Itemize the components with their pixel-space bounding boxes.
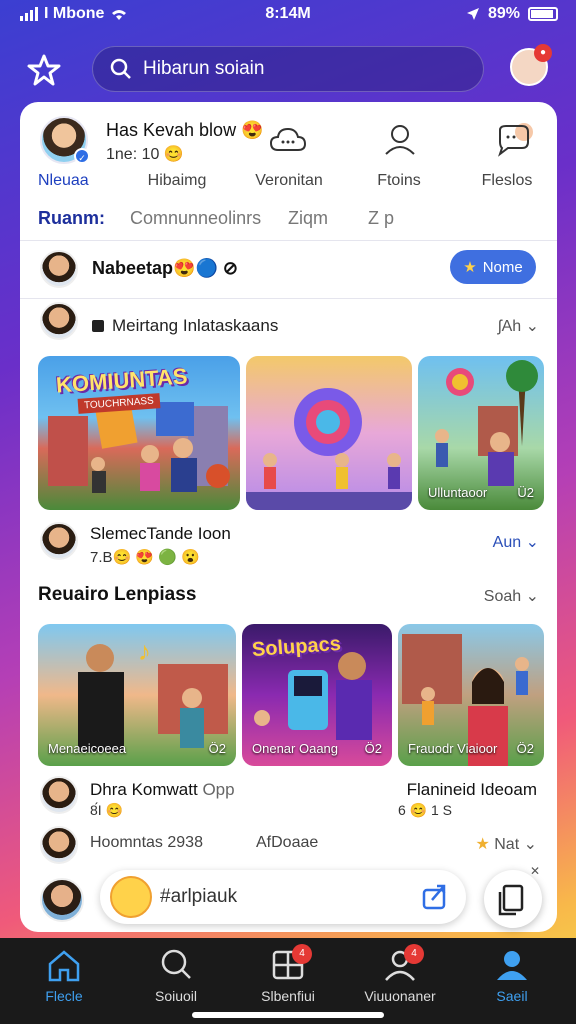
close-icon[interactable]: ✕ [530,864,540,878]
aun-dropdown[interactable]: Aun ⌄ [493,532,539,552]
status-bar: I Mbone 8:14M 89% [0,0,576,30]
thumb-caption: Ulluntaoor [428,485,488,500]
post-title[interactable]: Meirtang Inlataskaans [92,316,278,336]
profile-subtitle: 1ne: 10 😊 [106,146,184,163]
star-outline-icon[interactable] [26,52,62,88]
tab-comnunneolinrs[interactable]: Comnunneolinrs [130,208,261,229]
divider [20,240,557,241]
post-header-meirtang: Meirtang Inlataskaans ʃAh ⌄ [20,302,557,352]
profile-avatar[interactable]: ✓ [40,116,90,164]
gallery-thumb[interactable]: Ulluntaoor Ü2 [418,356,544,510]
account-icon [497,951,527,980]
star-icon: ★ [463,259,477,276]
feed-card: ✓ Has Kevah blow 😍 1ne: 10 😊 Nleuaa Hiba… [20,102,557,932]
avatar[interactable] [40,522,78,560]
post-author[interactable]: SlemecTande Ioon [90,524,231,544]
thumb-count: Ö2 [516,741,534,756]
top-bar: Hibarun soiain ● [0,44,576,94]
post-header-slemectande: SlemecTande Ioon 7.B😊 😍 🟢 😮 Aun ⌄ [20,516,557,576]
search-icon [110,58,131,79]
profile-header: ✓ Has Kevah blow 😍 1ne: 10 😊 Nleuaa Hiba… [20,102,557,202]
tab-ziqm[interactable]: Ziqm [288,208,328,229]
post-stats: 8́I 😊 [90,802,123,818]
chat-bubble-icon[interactable] [494,122,534,158]
person-icon[interactable] [380,122,420,158]
section-title: Reuairo Lenpiass [38,584,197,605]
thumb-count: Ü2 [517,485,534,500]
post-header-hoomntas: Hoomntas 2938 AfDoaae ★ Nat ⌄ [20,824,557,864]
nav-veronitan[interactable]: Veronitan [234,172,344,190]
home-icon [48,950,80,982]
balloon-illustration [246,388,412,510]
profile-name[interactable]: Has Kevah blow 😍 [106,120,264,141]
gallery-thumb[interactable]: KOMIUNTAS TOUCHRNASS [38,356,240,510]
composer-row: #arlpiauk ✕ [0,860,576,936]
battery-percent: 89% [487,5,520,22]
notification-badge: 4 [404,944,424,964]
avatar[interactable] [40,250,78,288]
tab-zp[interactable]: Z p [368,208,394,229]
tab-ruanm[interactable]: Ruanm: [38,208,105,229]
home-indicator [192,1012,384,1018]
nome-button[interactable]: ★ Nome [450,250,536,284]
profile-label[interactable]: Nleuaa [38,172,89,190]
thumb-count: Ö2 [208,741,226,756]
post-author[interactable]: Dhra Komwatt Opp [90,780,235,800]
svg-text:♪: ♪ [138,636,151,666]
post-title[interactable]: Hoomntas 2938 [90,834,203,852]
avatar[interactable] [40,826,78,864]
thumb-caption: Onenar Oaang [252,741,339,756]
thumb-caption: Frauodr Viaioor [408,741,498,756]
gallery-thumb[interactable]: Frauodr Viaioor Ö2 [398,624,544,766]
post-header-dhra: Dhra Komwatt Opp 8́I 😊 Flanineid Ideoam … [20,770,557,822]
composer-input[interactable]: #arlpiauk [100,870,466,924]
dropdown-menu[interactable]: ʃAh ⌄ [498,316,539,336]
composer-placeholder: #arlpiauk [160,886,238,907]
thumb-count: Ö2 [364,741,382,756]
avatar[interactable] [40,878,84,922]
reaction-stats: 7.B😊 😍 🟢 😮 [90,549,200,566]
post-header-nabeetap: Nabeetap😍🔵 ⊘ ★ Nome [20,246,557,296]
emoji-icon[interactable] [110,876,152,918]
share-icon[interactable] [420,882,450,912]
user-avatar[interactable]: ● [510,44,552,86]
related-stats: 6 😊 1 S [398,802,453,818]
location-icon [466,8,479,20]
nav-fleslos[interactable]: Fleslos [452,172,557,190]
verified-icon: ✓ [74,148,90,164]
tab-bar: Ruanm: Comnunneolinrs Ziqm Z p [20,202,557,238]
compose-button[interactable]: ✕ [484,864,542,928]
cloud-icon[interactable] [268,122,308,158]
thumb-caption: Menaeicoeea [48,741,127,756]
star-icon: ★ [475,836,490,853]
tab-profile[interactable]: 4 Viuuonaner [350,944,450,1004]
gallery-thumb[interactable]: Solupacs Onenar Oaang Ö2 [242,624,392,766]
tab-account[interactable]: Saeil [462,948,562,1004]
related-title[interactable]: Flanineid Ideoam [407,780,537,800]
search-bar[interactable]: Hibarun soiain [92,46,484,92]
copy-icon [498,884,524,916]
search-placeholder: Hibarun soiain [143,58,265,79]
notification-badge: ● [534,44,552,62]
gallery-thumb[interactable]: ♪ Menaeicoeea Ö2 [38,624,236,766]
notification-badge: 4 [292,944,312,964]
post-author[interactable]: Nabeetap😍🔵 ⊘ [92,258,238,279]
tab-home[interactable]: Flecle [14,948,114,1004]
tab-search[interactable]: Soiuoil [126,948,226,1004]
nat-dropdown[interactable]: ★ Nat ⌄ [475,834,537,854]
divider [20,298,557,299]
tab-inbox[interactable]: 4 Slbenfiui [238,944,338,1004]
avatar[interactable] [40,776,78,814]
section-dropdown[interactable]: Soah ⌄ [484,586,539,606]
post-meta: AfDoaae [256,834,319,851]
gallery-thumb[interactable] [246,356,412,510]
avatar[interactable] [40,302,78,340]
nav-hibaimg[interactable]: Hibaimg [122,172,232,190]
battery-icon [528,7,558,21]
nav-ftoins[interactable]: Ftoins [344,172,454,190]
search-icon [161,949,191,979]
